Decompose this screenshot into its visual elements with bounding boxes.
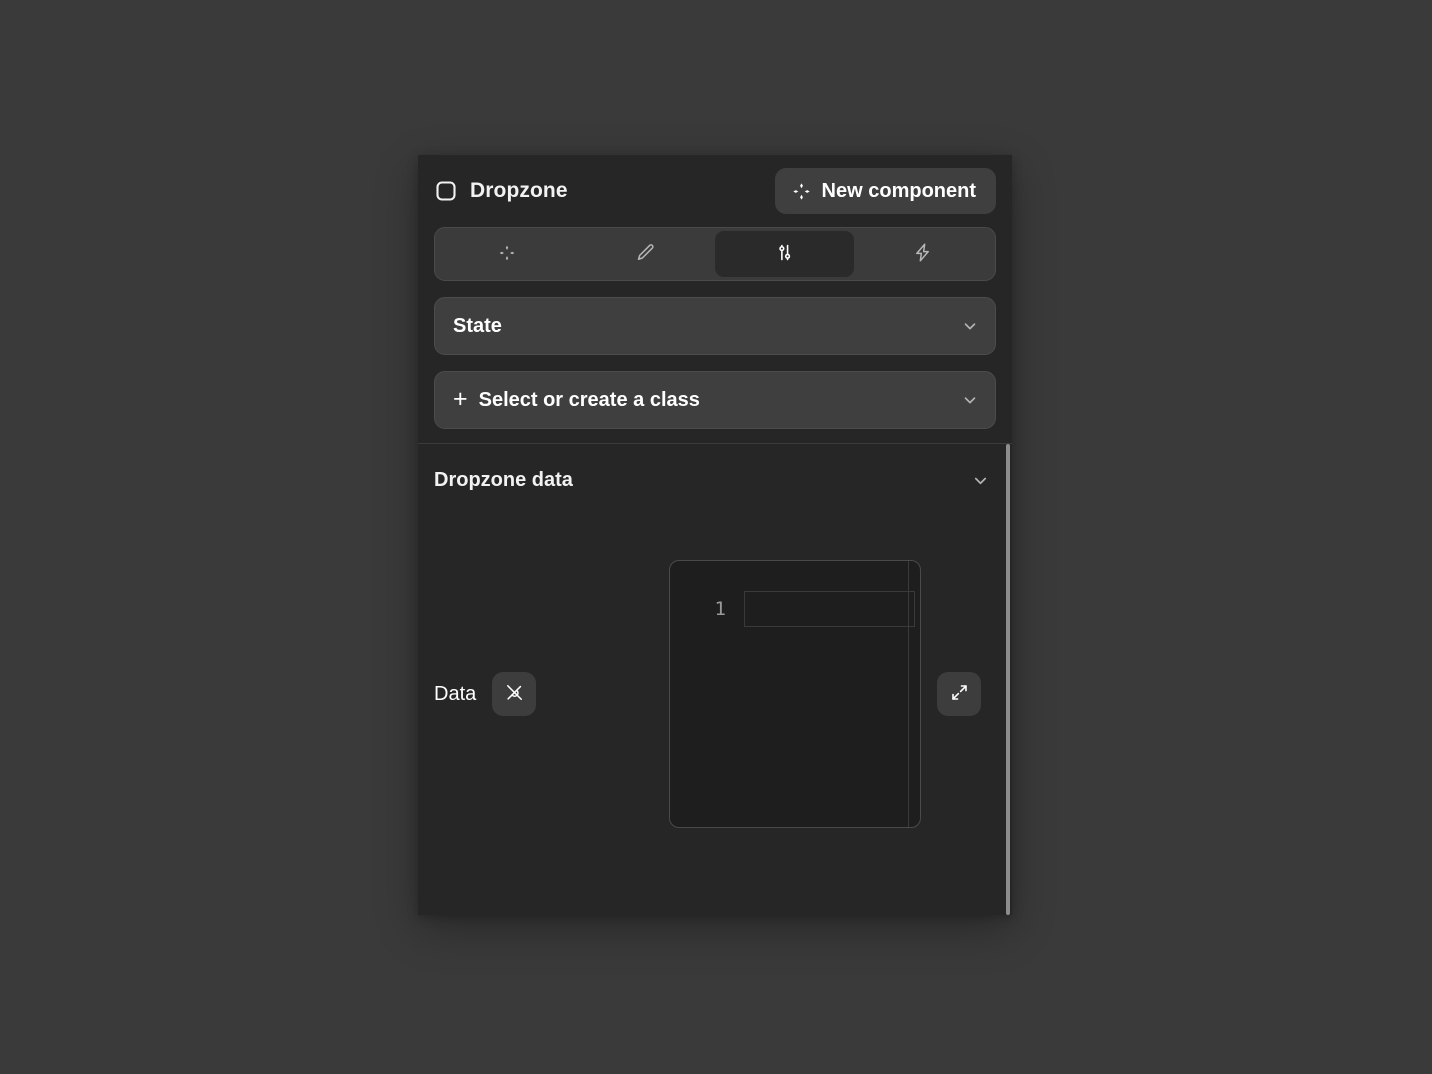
panel-vertical-scrollbar[interactable] [1006,444,1010,915]
class-select[interactable]: + Select or create a class [434,371,996,429]
pencil-icon [635,242,656,266]
sliders-icon [774,242,795,266]
plug-unplug-icon [505,683,524,705]
rounded-square-icon [434,179,458,203]
code-editor-input[interactable] [744,591,915,627]
code-editor-scrollbar[interactable] [908,561,909,827]
panel-titlebar: Dropzone New component [434,155,996,227]
panel-upper-section: Dropzone New component State + Select or… [418,155,1012,444]
data-field-label: Data [434,682,477,705]
expand-editor-button[interactable] [937,672,981,716]
state-select[interactable]: State [434,297,996,355]
class-select-label: Select or create a class [478,388,700,411]
state-select-label: State [453,314,502,337]
code-line-number: 1 [714,597,726,620]
tab-settings[interactable] [715,231,854,277]
tab-actions[interactable] [854,231,993,277]
dropzone-settings-panel: Dropzone New component State + Select or… [418,155,1012,915]
dropzone-data-title: Dropzone data [434,468,573,491]
data-bind-toggle-button[interactable] [492,672,537,716]
data-code-editor[interactable]: 1 [669,560,921,828]
panel-tab-bar [434,227,996,281]
new-component-button[interactable]: New component [774,168,996,214]
new-component-label: New component [821,179,976,202]
lightning-icon [912,242,933,266]
dropzone-data-header[interactable]: Dropzone data [434,444,996,516]
tab-ai[interactable] [438,231,577,277]
sparkle-icon [497,243,517,266]
chevron-down-icon [961,317,979,335]
page-title: Dropzone [470,179,568,202]
dropzone-data-section: Dropzone data Data 1 [418,444,1012,915]
tab-edit[interactable] [577,231,716,277]
sparkle-icon [792,182,811,201]
plus-icon: + [453,384,468,413]
chevron-down-icon[interactable] [971,471,990,490]
chevron-down-icon [961,391,979,409]
data-field-left: Data [434,672,669,716]
expand-arrows-icon [950,683,969,705]
code-editor-line: 1 [670,561,920,627]
data-field-row: Data 1 [434,560,996,828]
